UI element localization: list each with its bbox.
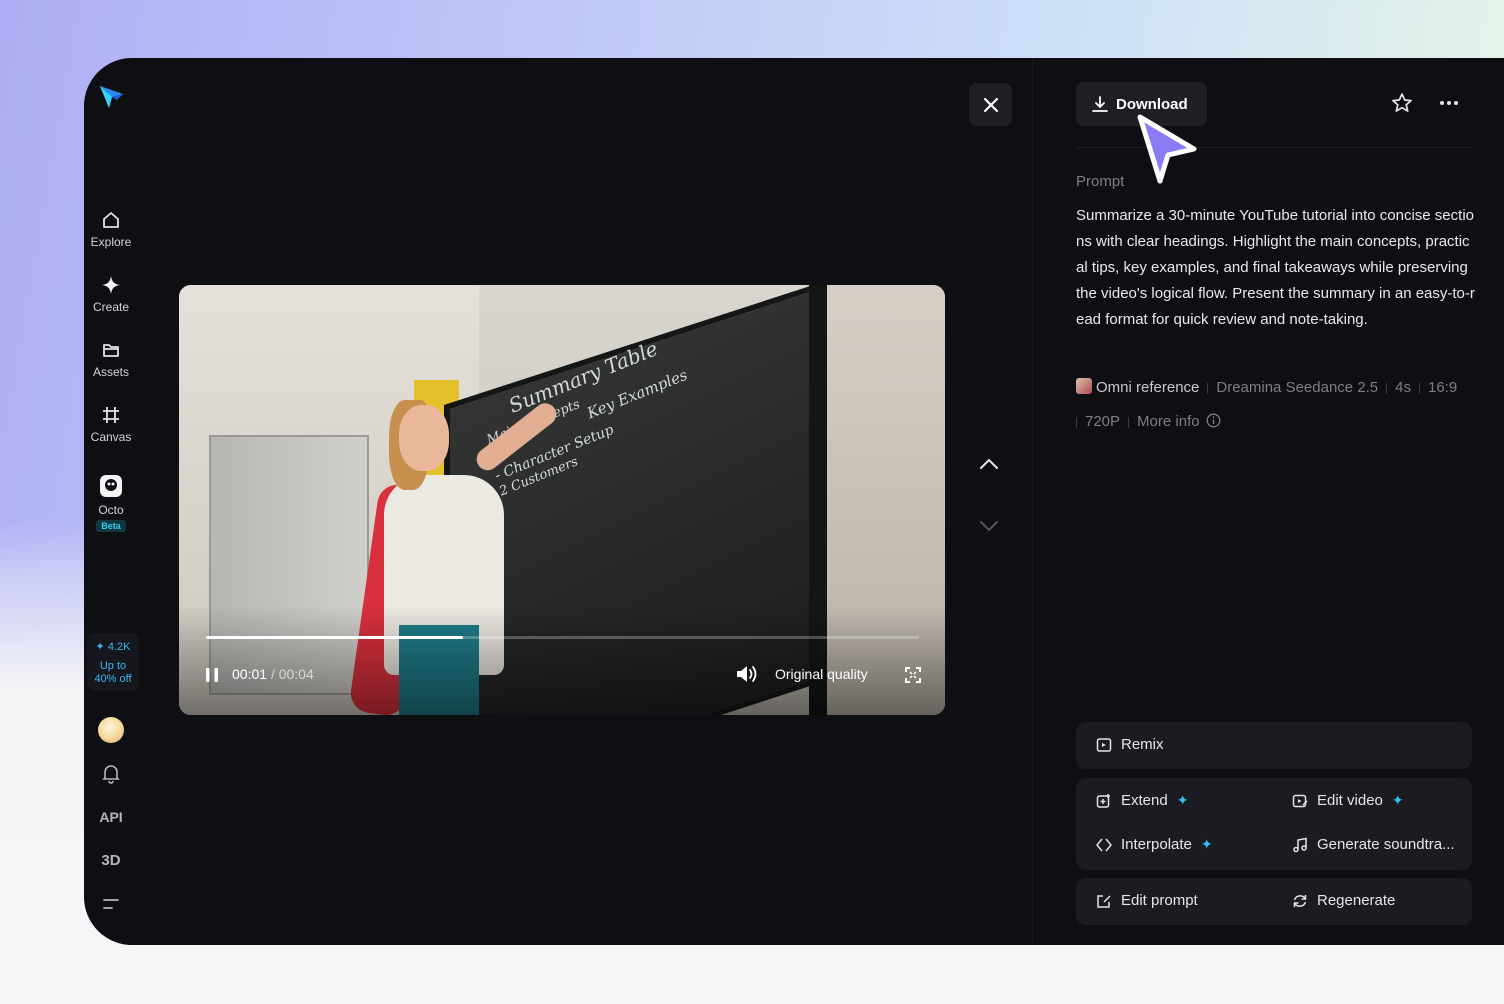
logo-icon[interactable] — [97, 82, 125, 110]
beta-badge: Beta — [96, 520, 126, 532]
omni-reference[interactable]: Omni reference — [1096, 379, 1199, 396]
sidebar-item-label: Create — [92, 300, 130, 314]
credits-count: ✦ 4.2K — [95, 641, 131, 653]
info-icon[interactable] — [1206, 413, 1221, 428]
quality-selector[interactable]: Original quality — [775, 666, 868, 682]
regenerate-button[interactable]: Regenerate — [1292, 892, 1395, 909]
prompt-label: Prompt — [1076, 173, 1125, 190]
panel-divider — [1032, 58, 1033, 945]
current-time: 00:01 — [232, 666, 268, 682]
edit-prompt-button[interactable]: Edit prompt — [1096, 892, 1198, 909]
remix-button[interactable]: Remix — [1096, 736, 1164, 753]
edit-video-label: Edit video — [1317, 792, 1383, 809]
sidebar-item-assets[interactable]: Assets — [84, 340, 138, 379]
more-info-link[interactable]: More info — [1137, 413, 1200, 430]
video-progress-fill — [206, 636, 463, 639]
pause-icon[interactable] — [204, 667, 220, 683]
prompt-actions-card: Edit prompt Regenerate — [1076, 878, 1472, 925]
avatar[interactable] — [98, 717, 124, 743]
refresh-icon — [1293, 894, 1307, 907]
edit-video-icon — [1292, 794, 1308, 807]
sparkle-icon: ✦ — [1176, 792, 1189, 808]
more-options-icon[interactable] — [1439, 94, 1459, 112]
sidebar-item-label: Assets — [92, 365, 129, 379]
resolution: 720P — [1085, 413, 1121, 430]
duration: / 00:04 — [270, 666, 314, 682]
folder-icon — [103, 344, 119, 357]
generate-soundtrack-label: Generate soundtra... — [1317, 836, 1455, 853]
extend-button[interactable]: Extend ✦ — [1096, 792, 1188, 809]
sidebar-item-canvas[interactable]: Canvas — [84, 405, 138, 444]
sparkle-icon — [102, 276, 120, 294]
music-note-icon — [1293, 837, 1307, 852]
download-label: Download — [1116, 95, 1188, 113]
interpolate-label: Interpolate — [1121, 836, 1192, 853]
close-button[interactable] — [969, 83, 1012, 126]
remix-label: Remix — [1121, 736, 1164, 753]
extend-icon — [1096, 793, 1110, 808]
menu-icon[interactable] — [103, 897, 119, 911]
promo-line-1: Up to — [99, 660, 127, 672]
generate-soundtrack-button[interactable]: Generate soundtra... — [1292, 836, 1455, 853]
video-time: 00:01 / 00:04 — [232, 666, 314, 682]
interpolate-button[interactable]: Interpolate ✦ — [1096, 836, 1213, 853]
sparkle-icon: ✦ — [1391, 792, 1404, 808]
video-player[interactable]: Summary Table Main Concepts Key Examples… — [179, 285, 945, 715]
app-window: Explore Create Assets Canvas Octo Beta ✦… — [84, 58, 1504, 945]
prompt-text: Summarize a 30-minute YouTube tutorial i… — [1076, 207, 1475, 328]
cursor-pointer-icon — [1137, 114, 1197, 184]
3d-link[interactable]: 3D — [84, 852, 138, 869]
duration-value: 4s — [1395, 379, 1411, 396]
video-actions-card: Extend ✦ Edit video ✦ Interpolate ✦ Gene… — [1076, 778, 1472, 870]
api-link[interactable]: API — [84, 809, 138, 825]
download-icon — [1092, 96, 1108, 112]
volume-icon[interactable] — [736, 665, 758, 683]
promo-line-2: 40% off — [94, 673, 132, 685]
remix-icon — [1096, 737, 1112, 752]
sidebar-item-label: Explore — [90, 235, 132, 249]
edit-prompt-label: Edit prompt — [1121, 892, 1198, 909]
reference-thumbnail — [1076, 378, 1092, 394]
generation-meta: Omni reference Dreamina Seedance 2.5 4s 16:… — [1076, 371, 1476, 439]
sidebar-item-create[interactable]: Create — [84, 275, 138, 314]
sidebar-item-label: Octo — [98, 503, 124, 517]
home-icon — [103, 212, 119, 228]
model-name: Dreamina Seedance 2.5 — [1216, 379, 1379, 396]
video-controls-shade — [179, 605, 945, 715]
edit-video-button[interactable]: Edit video ✦ — [1292, 792, 1404, 809]
sparkle-icon: ✦ — [1200, 836, 1213, 852]
remix-card[interactable]: Remix — [1076, 722, 1472, 769]
fullscreen-icon[interactable] — [905, 667, 921, 683]
regenerate-label: Regenerate — [1317, 892, 1396, 909]
previous-arrow-icon[interactable] — [979, 458, 999, 470]
sidebar-item-octo[interactable]: Octo Beta — [84, 474, 138, 532]
promo-card[interactable]: ✦ 4.2K Up to 40% off — [87, 633, 139, 691]
video-frame-person — [399, 405, 449, 471]
sidebar-item-label: Canvas — [90, 430, 132, 444]
next-arrow-icon[interactable] — [979, 520, 999, 532]
extend-label: Extend — [1121, 792, 1168, 809]
bell-icon[interactable] — [102, 764, 120, 784]
sidebar-item-explore[interactable]: Explore — [84, 210, 138, 249]
edit-icon — [1097, 894, 1111, 908]
aspect-ratio: 16:9 — [1428, 379, 1458, 396]
video-progress-bar[interactable] — [206, 636, 919, 639]
star-icon[interactable] — [1391, 92, 1413, 114]
interpolate-icon — [1096, 838, 1112, 851]
canvas-icon — [103, 407, 119, 423]
sidebar: Explore Create Assets Canvas Octo Beta ✦… — [84, 58, 139, 945]
octo-icon — [100, 475, 122, 497]
close-icon — [983, 97, 998, 112]
